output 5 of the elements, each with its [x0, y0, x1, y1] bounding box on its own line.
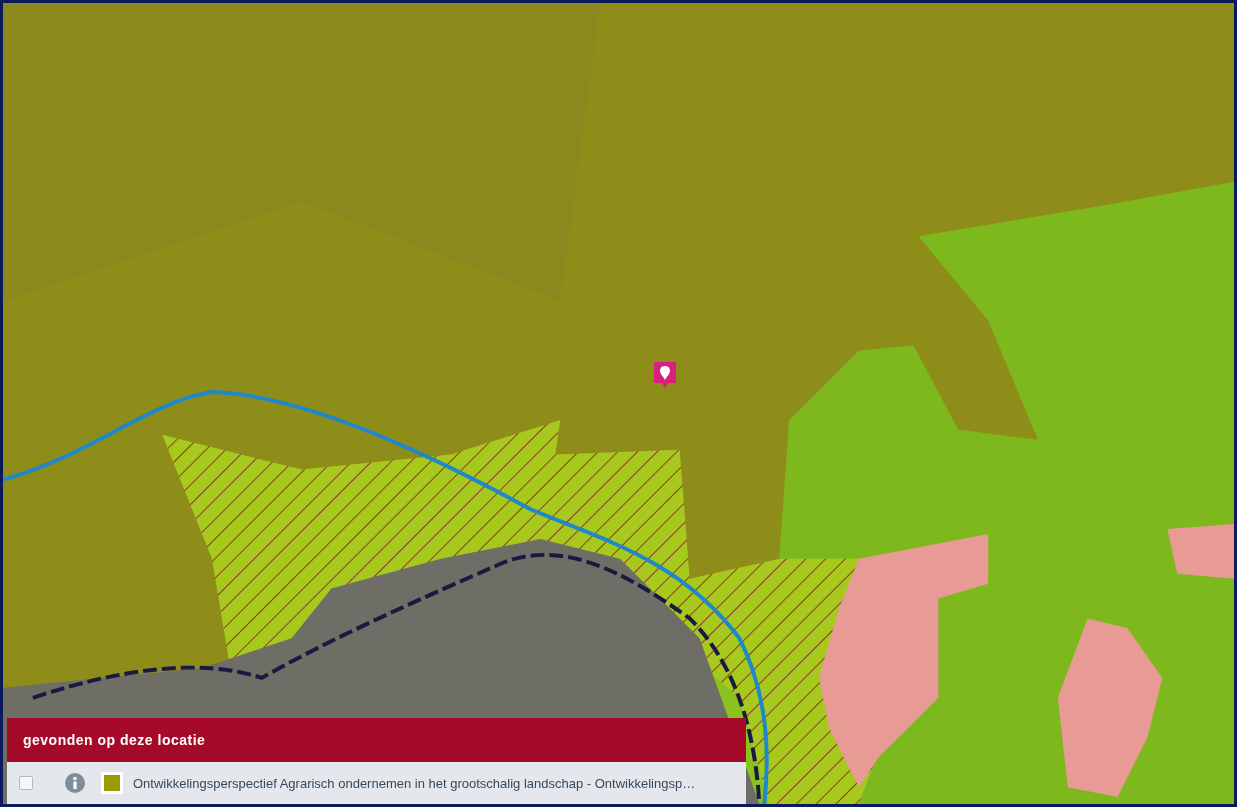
checkbox[interactable]	[19, 776, 33, 790]
info-icon[interactable]	[65, 773, 85, 793]
panel-title: gevonden op deze locatie	[7, 718, 746, 762]
map-pin-icon[interactable]	[654, 362, 676, 388]
layer-label: Ontwikkelingsperspectief Agrarisch ondernemen in het grootschalig landschap - Ontwikkelingsp…	[133, 775, 696, 791]
